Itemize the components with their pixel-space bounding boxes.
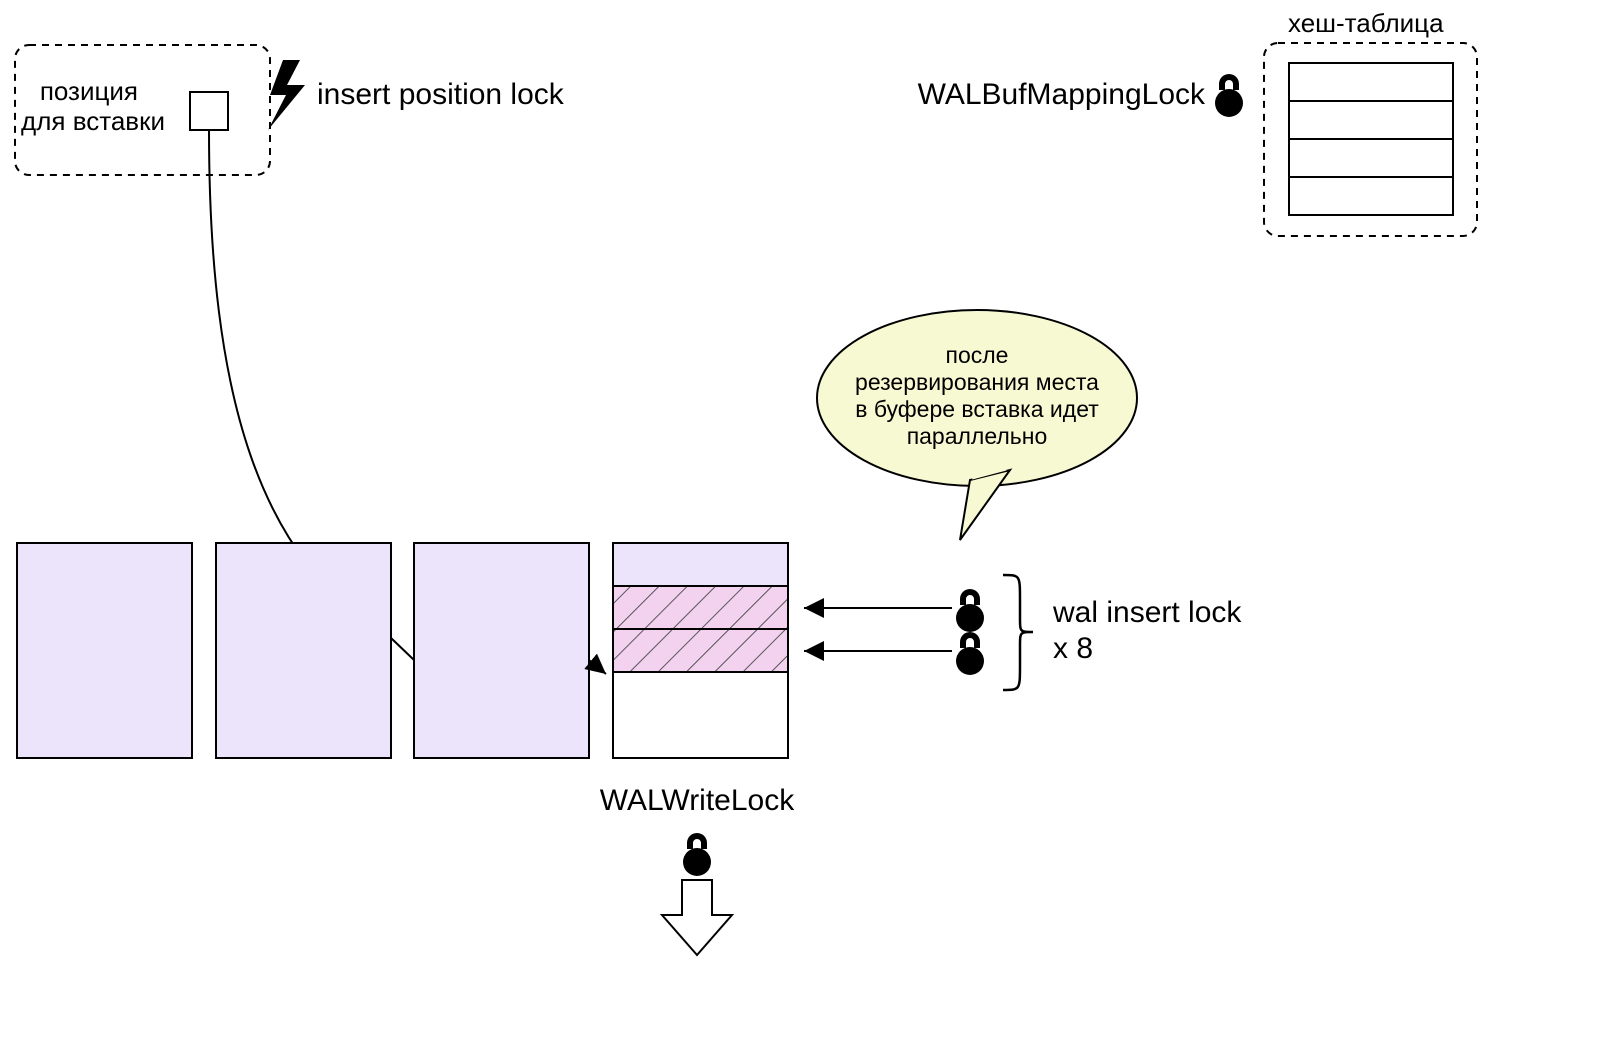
insert-position-label-line2: для вставки (21, 106, 165, 136)
callout-balloon: после резервирования места в буфере вста… (817, 310, 1137, 540)
link-2-3 (391, 638, 414, 660)
buffer-page-1 (17, 543, 192, 758)
curly-brace (1003, 575, 1033, 690)
walwrite-label: WALWriteLock (600, 784, 795, 817)
insert-position-box: позиция для вставки (15, 45, 270, 175)
walbuf-lock-icon (1215, 74, 1243, 117)
hash-table-label: хеш-таблица (1288, 8, 1444, 38)
callout-line2: резервирования места (855, 369, 1099, 395)
wal-insert-lock-line1: wal insert lock (1052, 596, 1242, 629)
buffer-page-4 (613, 543, 788, 758)
insert-position-label-line1: позиция (40, 76, 138, 106)
lightning-icon (268, 60, 305, 130)
callout-line3: в буфере вставка идет (855, 396, 1099, 422)
callout-line1: после (946, 342, 1009, 368)
down-arrow (662, 880, 732, 955)
wal-insert-lock-2 (956, 632, 984, 675)
wal-insert-lock-1 (956, 589, 984, 632)
buffer-page-4-stripe-2 (613, 629, 788, 672)
buffer-page-3 (414, 543, 589, 758)
walbuf-label: WALBufMappingLock (918, 78, 1206, 111)
wal-insert-lock-line2: x 8 (1053, 632, 1093, 665)
walwrite-lock-icon (683, 833, 711, 876)
callout-line4: параллельно (907, 423, 1048, 449)
link-3-4-arrow (589, 660, 606, 674)
buffer-page-4-stripe-1 (613, 586, 788, 629)
hash-table-box (1264, 43, 1477, 236)
buffer-pages (17, 543, 788, 758)
buffer-page-2 (216, 543, 391, 758)
insert-position-small-box (190, 92, 228, 130)
insert-position-lock-label: insert position lock (317, 78, 565, 111)
